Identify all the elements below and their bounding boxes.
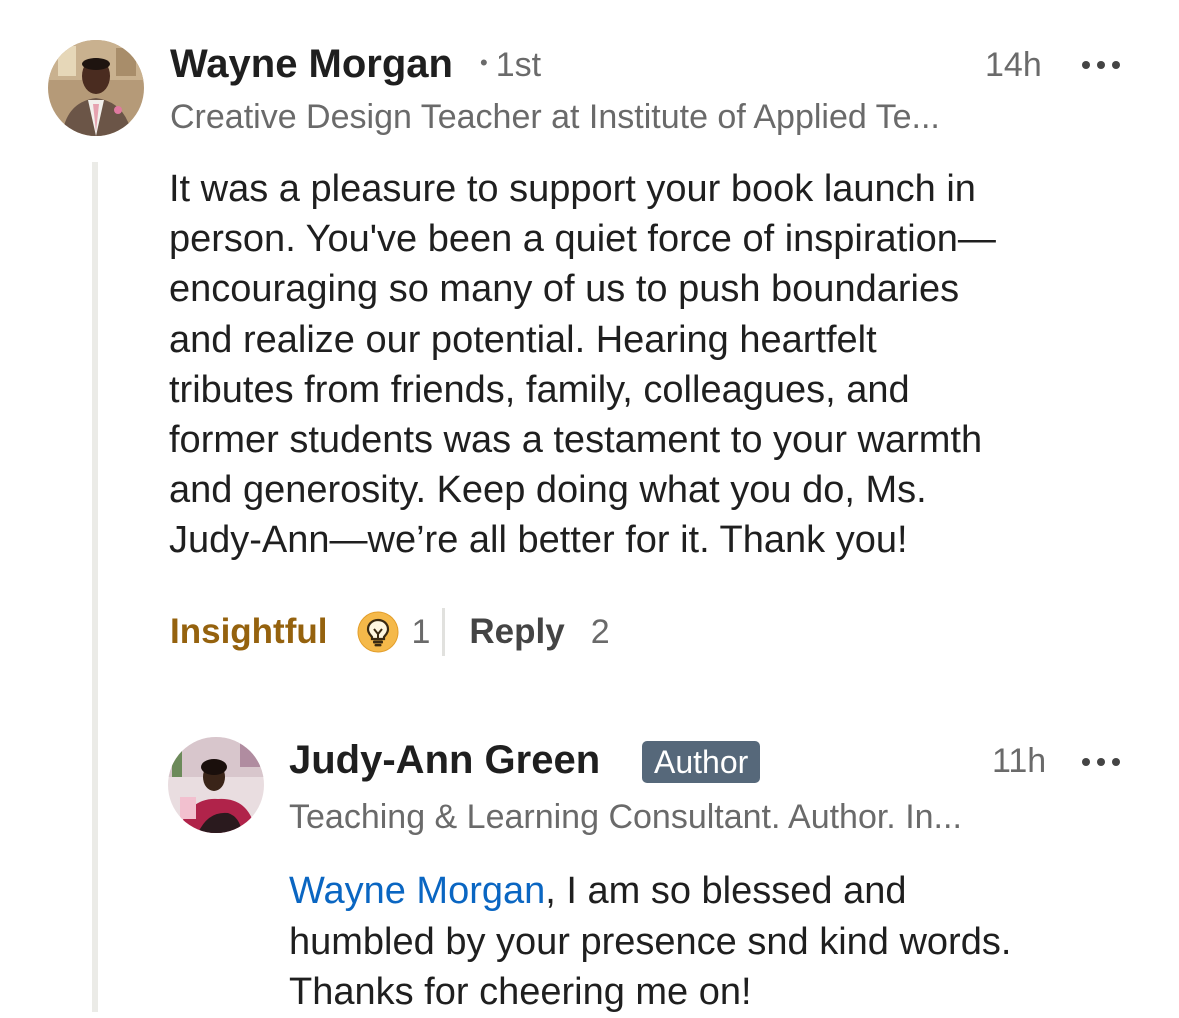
connection-degree: • 1st xyxy=(480,46,542,84)
reaction-count[interactable]: 1 xyxy=(411,613,430,652)
comment-line: person. You've been a quiet force of ins… xyxy=(169,218,996,261)
author-name[interactable]: Wayne Morgan xyxy=(170,42,453,87)
reply-author-name[interactable]: Judy-Ann Green xyxy=(289,738,600,783)
reply-count[interactable]: 2 xyxy=(591,613,610,652)
reaction-button[interactable]: Insightful xyxy=(170,612,327,652)
comment-line: encouraging so many of us to push bounda… xyxy=(169,268,960,311)
actions-divider xyxy=(442,608,446,656)
connection-degree-label: 1st xyxy=(495,46,542,84)
more-options-icon[interactable] xyxy=(1080,755,1122,769)
comment-line: former students was a testament to your … xyxy=(169,419,983,462)
reply-timestamp: 11h xyxy=(992,742,1047,780)
comment-line: tributes from friends, family, colleague… xyxy=(169,368,910,411)
comment-actions: Insightful 1 Reply 2 xyxy=(170,604,610,660)
more-options-icon[interactable] xyxy=(1080,58,1122,72)
reply-line: Thanks for cheering me on! xyxy=(289,971,752,1013)
thread-line xyxy=(92,162,98,1012)
reply-author-headline[interactable]: Teaching & Learning Consultant. Author. … xyxy=(289,798,962,837)
reply-line: humbled by your presence snd kind words. xyxy=(289,920,1012,963)
author-badge: Author xyxy=(642,741,761,783)
comment-line: and realize our potential. Hearing heart… xyxy=(169,318,877,361)
comment-body: It was a pleasure to support your book l… xyxy=(169,164,1159,566)
avatar-judy-ann-green[interactable] xyxy=(168,737,264,833)
mention-link[interactable]: Wayne Morgan xyxy=(289,870,545,912)
comment-line: It was a pleasure to support your book l… xyxy=(169,168,976,210)
comment-line: and generosity. Keep doing what you do, … xyxy=(169,469,927,512)
lightbulb-icon[interactable] xyxy=(357,611,399,653)
reply-button[interactable]: Reply xyxy=(469,612,564,652)
avatar-wayne-morgan[interactable] xyxy=(48,40,144,136)
comment-line: Judy-Ann—we’re all better for it. Thank … xyxy=(169,519,908,562)
comment-timestamp: 14h xyxy=(985,46,1042,84)
reply-line: Wayne Morgan, I am so blessed and xyxy=(289,866,1169,917)
reply-body: Wayne Morgan, I am so blessed and humble… xyxy=(289,866,1169,1018)
author-headline[interactable]: Creative Design Teacher at Institute of … xyxy=(170,98,940,137)
reply-line-text: , I am so blessed and xyxy=(545,870,907,912)
